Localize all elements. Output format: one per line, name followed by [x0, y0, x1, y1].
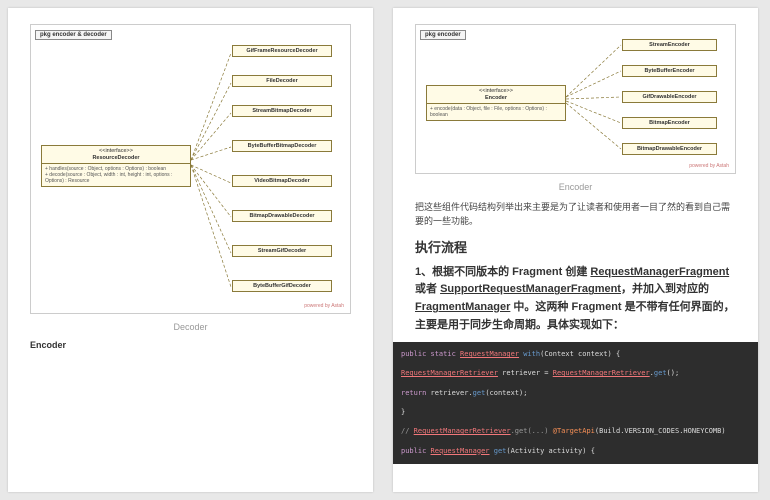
c: //: [401, 427, 414, 435]
c: retriever.: [426, 389, 472, 397]
impl-bitmapdrawableencoder: BitmapDrawableEncoder: [622, 143, 717, 155]
impl-gifdrawableencoder: GifDrawableEncoder: [622, 91, 717, 103]
c: RequestManager: [431, 447, 490, 455]
impl-bitmapdrawabledecoder: BitmapDrawableDecoder: [232, 210, 332, 222]
c: @TargetApi: [553, 427, 595, 435]
impl-bytebufferencoder: ByteBufferEncoder: [622, 65, 717, 77]
section-heading: 执行流程: [415, 237, 736, 256]
c: .get(...): [511, 427, 553, 435]
c: get: [654, 369, 667, 377]
step-1-heading: 1、根据不同版本的 Fragment 创建 RequestManagerFrag…: [415, 264, 736, 334]
link-supportrequestmanagerfragment: SupportRequestManagerFragment: [440, 283, 621, 295]
impl-bytebufferbitmapdecoder: ByteBufferBitmapDecoder: [232, 140, 332, 152]
c: public: [401, 447, 431, 455]
impl-streamencoder: StreamEncoder: [622, 39, 717, 51]
c: RequestManagerRetriever: [553, 369, 650, 377]
c: with: [523, 350, 540, 358]
powered-by: powered by Astah: [689, 163, 729, 169]
encoder-caption: Encoder: [415, 182, 736, 192]
encoder-heading: Encoder: [30, 340, 351, 350]
decoder-diagram: pkg encoder & decoder <<interface>> Reso…: [30, 24, 351, 314]
interface-resourcedecoder: <<interface>> ResourceDecoder + handles(…: [41, 145, 191, 187]
link-fragmentmanager: FragmentManager: [415, 301, 510, 313]
c: }: [401, 408, 405, 416]
c: (Build.VERSION_CODES.HONEYCOMB): [595, 427, 726, 435]
interface-name: ResourceDecoder: [46, 155, 186, 162]
c: get: [473, 389, 486, 397]
c: retriever =: [498, 369, 553, 377]
impl-bitmapencoder: BitmapEncoder: [622, 117, 717, 129]
link-requestmanagerfragment: RequestManagerFragment: [590, 266, 729, 278]
code-block: public static RequestManager with(Contex…: [393, 342, 758, 464]
stereotype: <<interface>>: [46, 148, 186, 155]
impl-filedecoder: FileDecoder: [232, 75, 332, 87]
interface-name: Encoder: [431, 95, 561, 102]
t: 或者: [415, 283, 440, 295]
c: RequestManagerRetriever: [414, 427, 511, 435]
c: (Activity activity) {: [506, 447, 595, 455]
decoder-caption: Decoder: [30, 322, 351, 332]
page-right: pkg encoder <<interface>> Encoder + enco…: [393, 8, 758, 492]
impl-streambitmapdecoder: StreamBitmapDecoder: [232, 105, 332, 117]
stereotype: <<interface>>: [431, 88, 561, 95]
encoder-diagram: pkg encoder <<interface>> Encoder + enco…: [415, 24, 736, 174]
interface-methods: + handles(source : Object, options : Opt…: [42, 164, 190, 186]
powered-by: powered by Astah: [304, 303, 344, 309]
interface-encoder: <<interface>> Encoder + encode(data : Ob…: [426, 85, 566, 121]
c: (context);: [485, 389, 527, 397]
c: get: [494, 447, 507, 455]
intro-paragraph: 把这些组件代码结构列举出来主要是为了让读者和使用者一目了然的看到自己需要的一些功…: [415, 200, 736, 229]
pkg-label: pkg encoder: [420, 30, 466, 40]
c: (Context context) {: [540, 350, 620, 358]
c: public static: [401, 350, 460, 358]
impl-videobitmapdecoder: VideoBitmapDecoder: [232, 175, 332, 187]
impl-gifframeresourcedecoder: GifFrameResourceDecoder: [232, 45, 332, 57]
page-left: pkg encoder & decoder <<interface>> Reso…: [8, 8, 373, 492]
interface-methods: + encode(data : Object, file : File, opt…: [427, 104, 565, 120]
c: RequestManagerRetriever: [401, 369, 498, 377]
t: ，并加入到对应的: [621, 283, 709, 295]
c: ();: [667, 369, 680, 377]
t: 1、根据不同版本的 Fragment 创建: [415, 266, 590, 278]
c: return: [401, 389, 426, 397]
c: RequestManager: [460, 350, 519, 358]
pkg-label: pkg encoder & decoder: [35, 30, 112, 40]
impl-bytebuffergifdecoder: ByteBufferGifDecoder: [232, 280, 332, 292]
impl-streamgifdecoder: StreamGifDecoder: [232, 245, 332, 257]
